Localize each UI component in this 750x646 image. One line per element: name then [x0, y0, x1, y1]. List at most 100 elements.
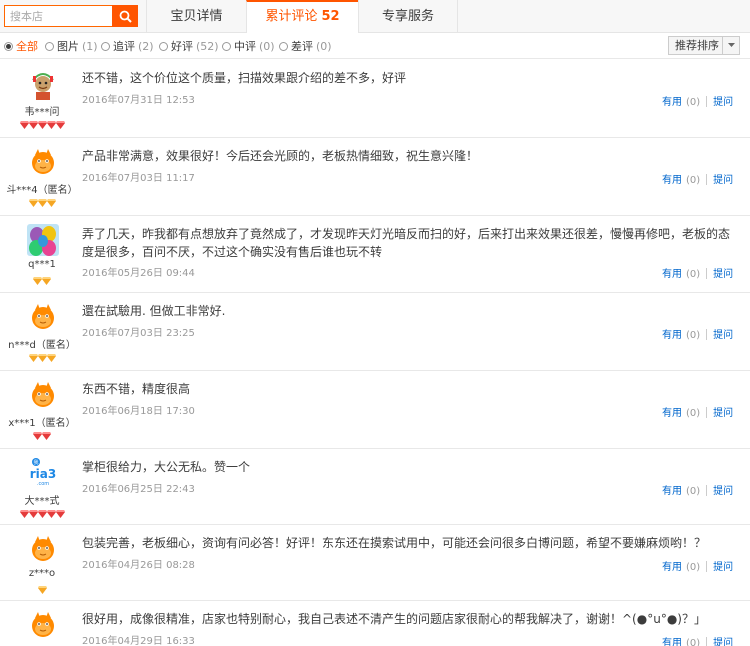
review-date: 2016年06月25日 22:43 [82, 484, 195, 495]
ask-button[interactable]: 提问 [713, 330, 733, 341]
avatar[interactable] [27, 533, 59, 565]
avatar[interactable] [27, 224, 59, 256]
shop-search-input[interactable] [4, 5, 112, 27]
filter-positive[interactable]: 好评 (52) [159, 38, 219, 54]
filter-all[interactable]: 全部 [4, 38, 38, 54]
rank-diamond-icon [55, 118, 65, 132]
review-date: 2016年07月03日 11:17 [82, 173, 195, 184]
ask-button[interactable]: 提问 [713, 175, 733, 186]
filter-count: (0) [316, 39, 332, 53]
useful-button[interactable]: 有用 [662, 330, 682, 341]
rank-diamond-icon [28, 507, 38, 521]
filter-label: 图片 [57, 40, 79, 53]
radio-icon [222, 41, 231, 51]
tab-label: 宝贝详情 [170, 9, 223, 24]
review-actions: 有用 (0) 提问 [662, 558, 733, 573]
reviewer-name: 斗***4（匿名） [6, 185, 78, 196]
divider [706, 329, 708, 340]
divider [706, 637, 708, 646]
rank-diamond-icon [42, 429, 51, 443]
review-item: z***o 包装完善，老板细心，资询有问必答！好评！东东还在摸索试用中，可能还会问… [0, 525, 750, 601]
filter-neutral[interactable]: 中评 (0) [222, 38, 275, 54]
radio-icon [159, 41, 168, 51]
review-date: 2016年05月26日 09:44 [82, 268, 195, 279]
radio-icon [279, 41, 288, 51]
review-actions: 有用 (0) 提问 [662, 93, 733, 108]
tab-label: 专享服务 [381, 9, 434, 24]
search-button[interactable] [112, 5, 138, 27]
filter-label: 中评 [234, 40, 256, 53]
filter-count: (52) [196, 39, 219, 53]
avatar[interactable]: 我 ria3 .com [27, 457, 59, 489]
divider [706, 407, 708, 418]
avatar[interactable] [27, 68, 59, 100]
review-actions: 有用 (0) 提问 [662, 404, 733, 419]
review-actions: 有用 (0) 提问 [662, 171, 733, 186]
rank-diamond-icon [46, 118, 56, 132]
avatar[interactable] [27, 609, 59, 641]
rank-diamond-icon [46, 351, 56, 365]
review-actions: 有用 (0) 提问 [662, 634, 733, 646]
svg-text:.com: .com [37, 481, 49, 487]
review-actions: 有用 (0) 提问 [662, 265, 733, 280]
ask-button[interactable]: 提问 [713, 408, 733, 419]
sort-dropdown[interactable]: 推荐排序 [668, 36, 740, 55]
useful-button[interactable]: 有用 [662, 269, 682, 280]
rank-diamond-icon [55, 507, 65, 521]
avatar[interactable] [27, 301, 59, 333]
review-text: 還在試驗用. 但做工非常好. [82, 304, 226, 318]
avatar[interactable] [27, 146, 59, 178]
divider [706, 485, 708, 496]
useful-button[interactable]: 有用 [662, 175, 682, 186]
useful-button[interactable]: 有用 [662, 638, 682, 646]
buyer-rank [0, 196, 84, 210]
useful-button[interactable]: 有用 [662, 97, 682, 108]
review-item: 轻***研（匿名）很好用，成像很精准，店家也特别耐心，我自己表述不清产生的问题店… [0, 601, 750, 646]
search-icon [119, 10, 132, 23]
reviewer-name: 韦***问 [24, 107, 60, 118]
tab-item-details[interactable]: 宝贝详情 [146, 0, 246, 33]
rank-diamond-icon [28, 351, 38, 365]
rank-diamond-icon [33, 274, 42, 288]
useful-count: (0) [686, 638, 701, 646]
reviewer-name: 大***式 [24, 496, 60, 507]
reviewer-name: n***d（匿名） [8, 340, 76, 351]
rank-diamond-icon [46, 196, 56, 210]
rank-diamond-icon [28, 196, 38, 210]
filter-count: (2) [138, 39, 154, 53]
divider [706, 561, 708, 572]
useful-button[interactable]: 有用 [662, 562, 682, 573]
filter-negative[interactable]: 差评 (0) [279, 38, 332, 54]
buyer-rank [0, 118, 84, 132]
divider [706, 96, 708, 107]
ask-button[interactable]: 提问 [713, 638, 733, 646]
review-date: 2016年07月31日 12:53 [82, 95, 195, 106]
review-item: q***1 弄了几天，昨我都有点想放弃了竟然成了，才发现昨天灯光暗反而扫的好，后来… [0, 216, 750, 293]
useful-button[interactable]: 有用 [662, 486, 682, 497]
review-text: 很好用，成像很精准，店家也特别耐心，我自己表述不清产生的问题店家很耐心的帮我解决… [82, 612, 706, 626]
useful-count: (0) [686, 562, 701, 573]
buyer-rank [0, 429, 84, 443]
useful-button[interactable]: 有用 [662, 408, 682, 419]
review-date: 2016年04月29日 16:33 [82, 636, 195, 646]
ask-button[interactable]: 提问 [713, 562, 733, 573]
useful-count: (0) [686, 97, 701, 108]
filter-count: (1) [82, 39, 98, 53]
tab-reviews[interactable]: 累计评论 52 [246, 0, 358, 34]
svg-text:ria3: ria3 [30, 467, 56, 481]
tab-label: 累计评论 [265, 9, 318, 24]
tab-exclusive-service[interactable]: 专享服务 [358, 0, 458, 33]
avatar[interactable] [27, 379, 59, 411]
rank-diamond-icon [19, 118, 29, 132]
shop-search [4, 5, 138, 27]
ask-button[interactable]: 提问 [713, 486, 733, 497]
rank-diamond-icon [33, 429, 42, 443]
reviewer-name: x***1（匿名） [8, 418, 76, 429]
review-text: 掌柜很给力，大公无私。赞一个 [82, 460, 251, 474]
filter-followup[interactable]: 追评 (2) [101, 38, 154, 54]
ask-button[interactable]: 提问 [713, 269, 733, 280]
review-date: 2016年04月26日 08:28 [82, 560, 195, 571]
review-text: 包装完善，老板细心，资询有问必答！好评！东东还在摸索试用中，可能还会问很多白博问… [82, 536, 707, 550]
ask-button[interactable]: 提问 [713, 97, 733, 108]
filter-pictures[interactable]: 图片 (1) [45, 38, 98, 54]
